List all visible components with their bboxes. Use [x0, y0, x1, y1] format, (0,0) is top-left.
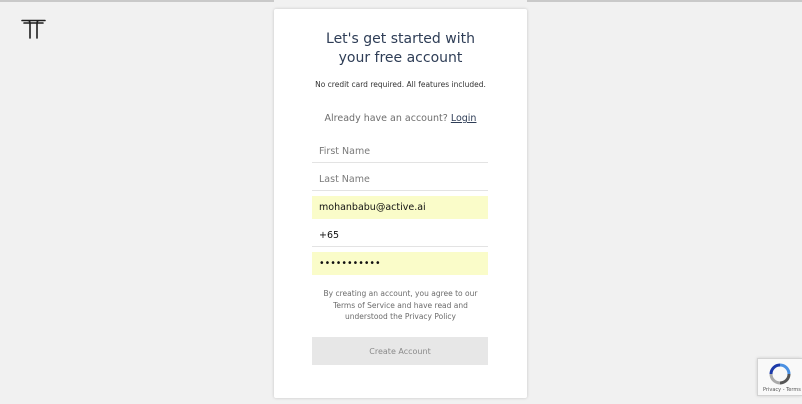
top-strip	[0, 0, 802, 2]
brand-logo-icon[interactable]	[21, 19, 46, 39]
have-account-text: Already have an account?	[324, 113, 448, 124]
phone-input[interactable]	[312, 224, 488, 247]
signup-card: Let's get started with your free account…	[274, 9, 527, 398]
terms-text: By creating an account, you agree to our…	[323, 289, 478, 321]
recaptcha-links[interactable]: Privacy - Terms	[763, 387, 801, 393]
page-title: Let's get started with your free account	[274, 30, 527, 68]
password-input[interactable]	[312, 252, 488, 275]
recaptcha-badge[interactable]: Privacy - Terms	[757, 358, 802, 396]
recaptcha-icon	[769, 363, 791, 385]
create-account-button[interactable]: Create Account	[312, 337, 488, 365]
login-prompt: Already have an account? Login	[274, 113, 527, 124]
title-line-2: your free account	[338, 50, 463, 66]
subtitle: No credit card required. All features in…	[315, 80, 486, 89]
last-name-input[interactable]	[312, 168, 488, 191]
login-link[interactable]: Login	[451, 113, 477, 124]
email-input[interactable]	[312, 196, 488, 219]
title-line-1: Let's get started with	[326, 31, 475, 47]
first-name-input[interactable]	[312, 140, 488, 163]
